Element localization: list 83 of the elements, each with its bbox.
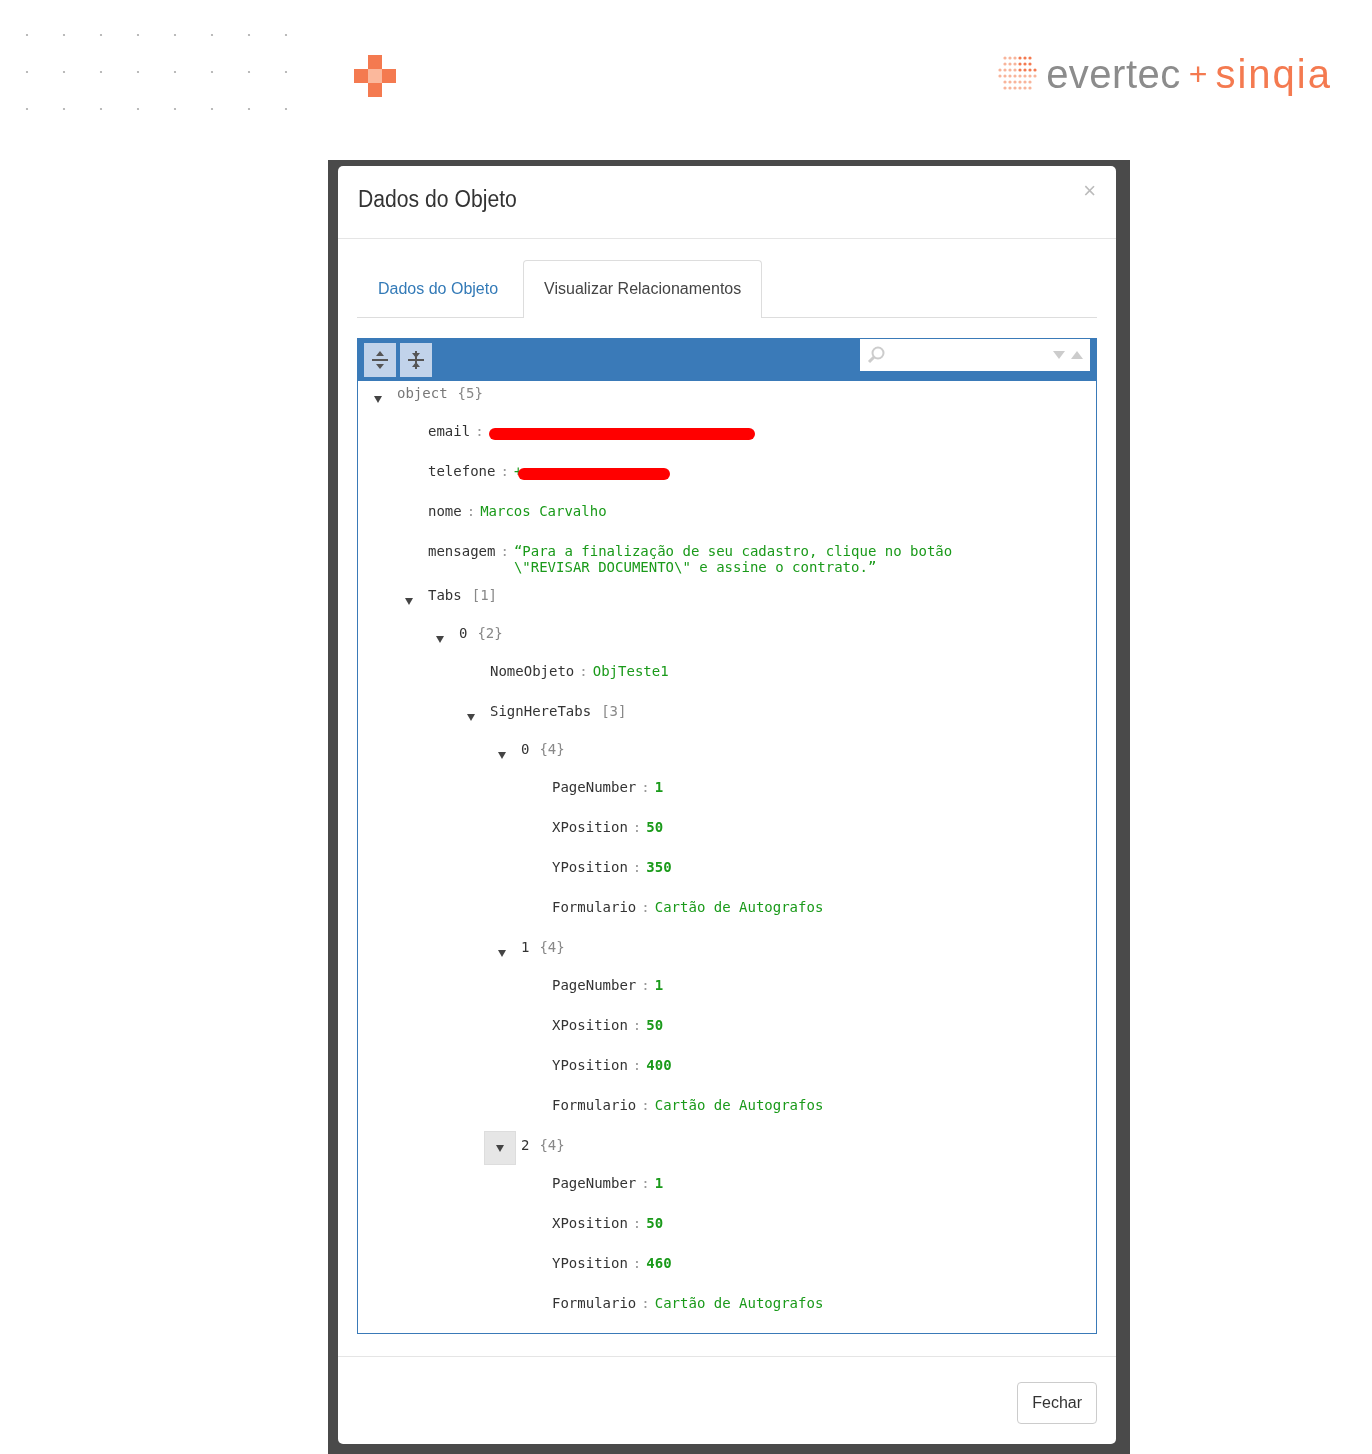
- field-key: mensagem: [428, 542, 496, 559]
- field-key: PageNumber: [552, 976, 637, 993]
- caret-icon: [466, 711, 476, 722]
- caret-icon: [497, 947, 507, 958]
- caret-icon: [373, 393, 383, 404]
- caret-icon: [435, 633, 445, 644]
- field-key: XPosition: [552, 1016, 628, 1033]
- field-key: email: [428, 422, 471, 439]
- dialog-title: Dados do Objeto: [358, 186, 517, 213]
- node-key: 0: [459, 622, 468, 641]
- key-value-separator: :: [500, 462, 509, 479]
- search-field[interactable]: [860, 338, 1090, 371]
- field-value: 350: [646, 858, 672, 877]
- field-key: NomeObjeto: [490, 662, 575, 679]
- field-key: Formulario: [552, 898, 637, 915]
- field-value: 50: [646, 818, 664, 837]
- field-value: 1: [654, 778, 664, 797]
- key-value-separator: :: [500, 542, 509, 559]
- node-key: 1: [521, 936, 530, 955]
- caret-icon: [495, 1142, 505, 1153]
- field-key: XPosition: [552, 1214, 628, 1231]
- key-value-separator: :: [632, 818, 642, 835]
- node-count: [1]: [471, 585, 497, 603]
- node-key: Tabs: [428, 584, 462, 603]
- key-value-separator: :: [641, 1294, 650, 1311]
- node-key: 0: [521, 738, 530, 757]
- field-value: Cartão de Autografos: [654, 1294, 824, 1313]
- field-value: “Para a finalização de seu cadastro, clique no botão \"REVISAR DOCUMENTO\" e assine o contrato.”: [513, 542, 954, 577]
- expand-toggle[interactable]: [484, 1130, 516, 1165]
- field-key: YPosition: [552, 1254, 628, 1271]
- tab[interactable]: Visualizar Relacionamentos: [523, 259, 763, 318]
- company-wordmark: evertec: [1046, 51, 1181, 97]
- field-key: telefone: [428, 462, 496, 479]
- field-value: Marcos Carvalho: [480, 502, 607, 521]
- partner-wordmark: sinqia: [1215, 51, 1332, 97]
- field-value: ObjTeste1: [592, 662, 669, 681]
- field-value: 1: [654, 976, 664, 995]
- field-value: Cartão de Autografos: [654, 898, 824, 917]
- field-key: Formulario: [552, 1294, 637, 1311]
- key-value-separator: :: [641, 1174, 650, 1191]
- node-count: {4}: [539, 739, 565, 757]
- key-value-separator: :: [641, 1096, 650, 1113]
- node-key: object: [397, 382, 448, 401]
- key-value-separator: :: [466, 502, 476, 519]
- field-value: 50: [646, 1016, 664, 1035]
- close-dialog-button[interactable]: Fechar: [1017, 1382, 1097, 1425]
- field-key: PageNumber: [552, 778, 637, 795]
- collapse-all-icon[interactable]: [400, 342, 432, 377]
- caret-icon: [404, 595, 414, 606]
- node-count: [3]: [601, 701, 627, 719]
- key-value-separator: :: [632, 1214, 642, 1231]
- node-count: {2}: [477, 623, 503, 641]
- key-value-separator: :: [632, 858, 642, 875]
- field-key: Formulario: [552, 1096, 637, 1113]
- field-key: YPosition: [552, 1056, 628, 1073]
- key-value-separator: :: [475, 422, 484, 439]
- search-icon: [866, 344, 886, 365]
- node-count: {4}: [539, 937, 565, 955]
- field-key: nome: [428, 502, 462, 519]
- field-value: Cartão de Autografos: [654, 1096, 824, 1115]
- key-value-separator: :: [641, 778, 650, 795]
- tab[interactable]: Dados do Objeto: [357, 259, 520, 317]
- node-key: SignHereTabs: [490, 700, 592, 719]
- joiner-sign: +: [1188, 55, 1208, 93]
- field-value: 50: [646, 1214, 664, 1233]
- cross-logo-icon: [354, 55, 396, 97]
- key-value-separator: :: [579, 662, 588, 679]
- key-value-separator: :: [641, 898, 650, 915]
- field-value: 460: [646, 1254, 672, 1273]
- key-value-separator: :: [641, 976, 650, 993]
- key-value-separator: :: [632, 1254, 642, 1271]
- field-value: 1: [654, 1174, 664, 1193]
- field-key: YPosition: [552, 858, 628, 875]
- key-value-separator: :: [632, 1016, 642, 1033]
- key-value-separator: :: [632, 1056, 642, 1073]
- node-key: 2: [521, 1134, 530, 1153]
- field-value: 400: [646, 1056, 672, 1075]
- caret-icon: [497, 749, 507, 760]
- expand-all-icon[interactable]: [364, 342, 396, 377]
- field-key: PageNumber: [552, 1174, 637, 1191]
- field-key: XPosition: [552, 818, 628, 835]
- node-count: {5}: [457, 383, 483, 401]
- node-count: {4}: [539, 1135, 565, 1153]
